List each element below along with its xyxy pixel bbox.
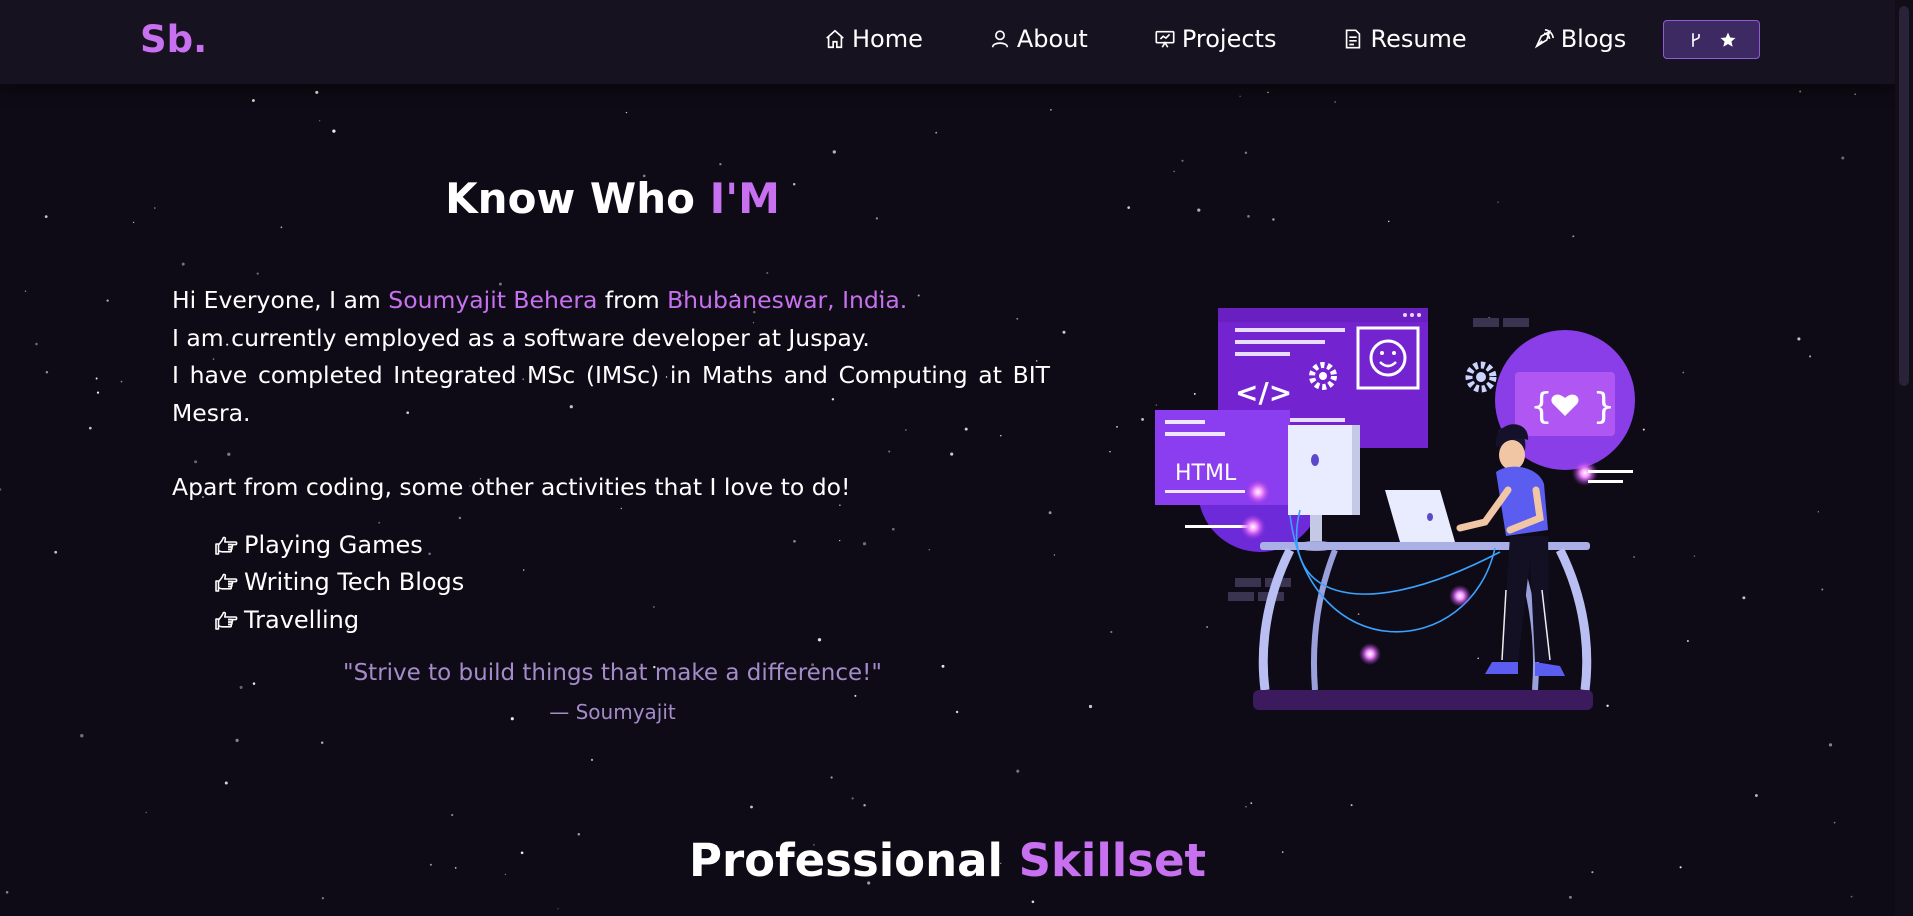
pointing-hand-icon [215,536,238,555]
nav-item-resume[interactable]: Resume [1342,20,1467,58]
scrollbar-thumb[interactable] [1899,6,1909,386]
glow-orb [1359,643,1381,665]
code-symbol: </> [1235,376,1292,409]
glow-orb [1240,514,1266,540]
list-item: Travelling [212,601,464,639]
activities-intro: Apart from coding, some other activities… [172,473,851,501]
employment-line: I am currently employed as a software de… [172,323,870,352]
nav-item-home[interactable]: Home [824,20,923,58]
nav-item-about[interactable]: About [989,20,1088,58]
braces-symbol: { } [1530,386,1629,427]
skillset-title: Professional Skillset [0,834,1895,887]
star-icon [1720,32,1735,47]
pointing-hand-icon [215,611,238,630]
title-highlight: I'M [709,174,780,223]
education-line: I have completed Integrated MSc (IMSc) i… [172,361,1050,427]
desk-base [1253,690,1593,710]
author-location: Bhubaneswar, India. [667,286,908,314]
intro-line: Hi Everyone, I am Soumyajit Behera from … [172,282,1050,320]
nav-links: Home About Projects Resume Blogs [824,20,1626,58]
document-icon [1346,29,1361,49]
activity-label: Travelling [244,605,360,634]
intro-mid: from [597,286,668,314]
github-fork-star-button[interactable] [1663,20,1760,59]
glow-orb [1245,479,1271,505]
nav-item-label: Projects [1181,25,1277,53]
nav-item-label: Resume [1370,25,1467,53]
blog-pen-icon [1534,29,1554,49]
nav-item-label: Blogs [1560,25,1627,53]
activity-label: Playing Games [244,530,423,559]
user-icon [991,30,1009,48]
author-name: Soumyajit Behera [388,286,598,314]
nav-item-projects[interactable]: Projects [1154,20,1277,58]
developer-illustration: </> HTML { } [1155,308,1635,710]
intro-prefix: Hi Everyone, I am [172,286,389,314]
about-section: Know Who I'M Hi Everyone, I am Soumyajit… [0,0,1895,916]
quote-author: — Soumyajit [549,700,676,724]
nav-item-label: Home [852,25,923,53]
list-item: Writing Tech Blogs [212,564,464,602]
activity-label: Writing Tech Blogs [244,568,465,597]
navbar: Sb. Home About Projects Resume Blogs [0,0,1895,84]
monitor [1288,425,1358,515]
glow-orb [1449,585,1471,607]
activities-list: Playing Games Writing Tech Blogs Travell… [212,526,464,639]
quote-text: "Strive to build things that make a diff… [343,660,882,686]
skillset-title-highlight: Skillset [1018,834,1207,887]
list-item: Playing Games [212,526,464,564]
home-icon [826,29,844,49]
skillset-title-prefix: Professional [688,834,1019,887]
pointing-hand-icon [215,573,238,593]
fork-icon [1691,32,1700,47]
nav-item-label: About [1016,25,1088,53]
nav-item-blogs[interactable]: Blogs [1533,20,1627,58]
page-title: Know Who I'M [170,174,1055,223]
title-prefix: Know Who [445,174,710,223]
laptop [1385,490,1455,542]
about-paragraph: Hi Everyone, I am Soumyajit Behera from … [172,282,1050,507]
projects-icon [1155,30,1175,48]
brand-logo[interactable]: Sb. [140,18,207,61]
html-label: HTML [1175,461,1237,486]
